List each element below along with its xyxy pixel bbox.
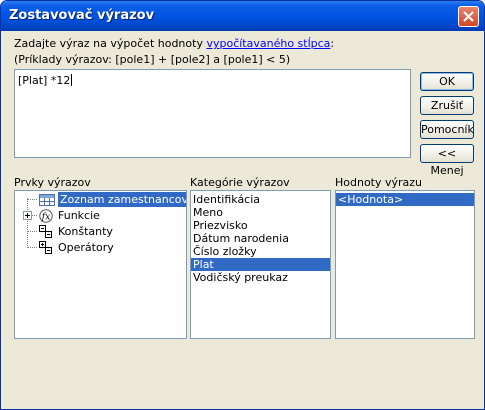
constants-icon bbox=[39, 225, 52, 238]
expression-value[interactable]: [Plat] *12 bbox=[18, 74, 73, 87]
list-item[interactable]: Číslo zložky bbox=[191, 245, 330, 258]
tree-connector bbox=[27, 198, 28, 246]
list-item[interactable]: Identifikácia bbox=[191, 193, 330, 206]
expand-toggle[interactable] bbox=[23, 211, 32, 220]
window-title: Zostavovač výrazov bbox=[9, 8, 155, 23]
list-item-selected[interactable]: <Hodnota> bbox=[336, 193, 474, 206]
dialog-body: Zadajte výraz na výpočet hodnoty vypočít… bbox=[5, 31, 480, 405]
values-panel-label: Hodnoty výrazu bbox=[335, 176, 423, 189]
tree-connector bbox=[27, 199, 37, 200]
title-bar[interactable]: Zostavovač výrazov bbox=[1, 1, 484, 31]
tree-item-label: Operátory bbox=[58, 241, 114, 254]
close-icon bbox=[463, 11, 474, 22]
close-button[interactable] bbox=[458, 6, 479, 27]
tree-connector bbox=[27, 247, 37, 248]
list-item[interactable]: Priezvisko bbox=[191, 219, 330, 232]
elements-tree[interactable]: Zoznam zamestnancov fx Funkcie Konštanty bbox=[14, 190, 187, 339]
expression-input[interactable]: [Plat] *12 bbox=[14, 69, 411, 158]
list-item-selected[interactable]: Plat bbox=[191, 258, 330, 271]
less-button[interactable]: << Menej bbox=[420, 144, 474, 177]
computed-column-link[interactable]: vypočítavaného stĺpca bbox=[206, 37, 330, 50]
list-item[interactable]: Dátum narodenia bbox=[191, 232, 330, 245]
instructions-colon: : bbox=[330, 37, 335, 50]
list-item[interactable]: Vodičský preukaz bbox=[191, 271, 330, 284]
tree-item-label: Zoznam zamestnancov bbox=[58, 192, 186, 207]
tree-connector bbox=[32, 215, 37, 216]
categories-list[interactable]: Identifikácia Meno Priezvisko Dátum naro… bbox=[190, 190, 331, 339]
tree-item-label: Funkcie bbox=[58, 209, 100, 222]
tree-item-label: Konštanty bbox=[58, 225, 113, 238]
elements-panel-label: Prvky výrazov bbox=[14, 176, 91, 189]
svg-text:fx: fx bbox=[41, 213, 50, 223]
cancel-button[interactable]: Zrušiť bbox=[420, 96, 474, 115]
text-caret bbox=[71, 74, 73, 86]
list-item[interactable]: Meno bbox=[191, 206, 330, 219]
help-button[interactable]: Pomocník bbox=[420, 120, 474, 139]
instructions-line-2: (Príklady výrazov: [pole1] + [pole2] a [… bbox=[14, 53, 291, 66]
function-icon: fx bbox=[39, 209, 53, 223]
table-icon bbox=[39, 194, 55, 206]
expression-builder-dialog: Zostavovač výrazov Zadajte výraz na výpo… bbox=[0, 0, 485, 410]
values-list[interactable]: <Hodnota> bbox=[335, 190, 475, 339]
instructions-line-1: Zadajte výraz na výpočet hodnoty vypočít… bbox=[14, 37, 334, 50]
operators-icon bbox=[39, 241, 52, 254]
instructions-text: Zadajte výraz na výpočet hodnoty bbox=[14, 37, 207, 50]
ok-button[interactable]: OK bbox=[420, 72, 474, 91]
categories-panel-label: Kategórie výrazov bbox=[190, 176, 290, 189]
tree-connector bbox=[27, 231, 37, 232]
